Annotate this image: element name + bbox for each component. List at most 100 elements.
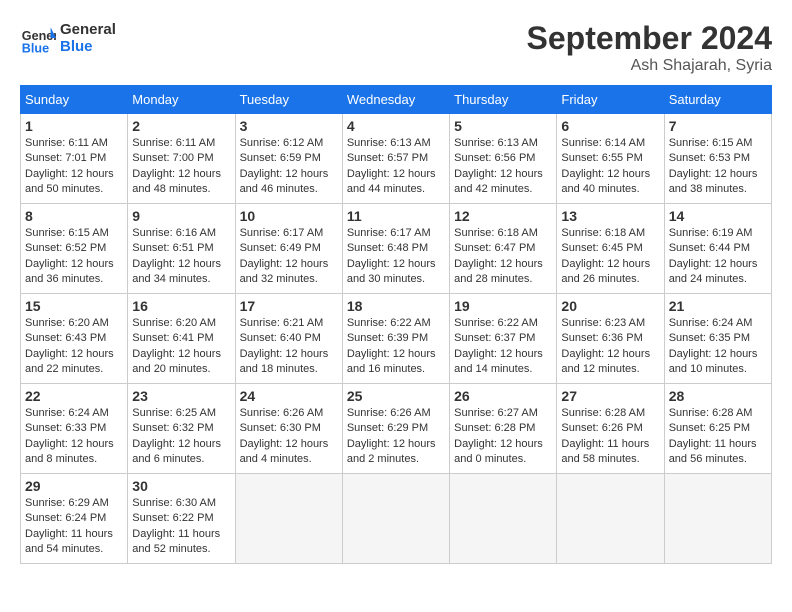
day-info: Sunrise: 6:11 AMSunset: 7:00 PMDaylight:… — [132, 136, 230, 198]
day-number: 27 — [561, 388, 659, 404]
calendar-cell — [664, 474, 771, 564]
day-info: Sunrise: 6:22 AMSunset: 6:39 PMDaylight:… — [347, 316, 445, 378]
calendar-cell: 27 Sunrise: 6:28 AMSunset: 6:26 PMDayligh… — [557, 384, 664, 474]
calendar-table: SundayMondayTuesdayWednesdayThursdayFrid… — [20, 85, 772, 564]
day-info: Sunrise: 6:11 AMSunset: 7:01 PMDaylight:… — [25, 136, 123, 198]
day-info: Sunrise: 6:24 AMSunset: 6:33 PMDaylight:… — [25, 406, 123, 468]
calendar-cell: 30 Sunrise: 6:30 AMSunset: 6:22 PMDayligh… — [128, 474, 235, 564]
day-header-thursday: Thursday — [450, 86, 557, 114]
day-number: 20 — [561, 298, 659, 314]
month-title: September 2024 — [527, 20, 772, 57]
calendar-cell: 9 Sunrise: 6:16 AMSunset: 6:51 PMDaylight… — [128, 204, 235, 294]
calendar-cell: 16Sunrise: 6:20 AMSunset: 6:41 PMDayligh… — [128, 294, 235, 384]
day-info: Sunrise: 6:15 AMSunset: 6:53 PMDaylight:… — [669, 136, 767, 198]
day-info: Sunrise: 6:22 AMSunset: 6:37 PMDaylight:… — [454, 316, 552, 378]
day-info: Sunrise: 6:23 AMSunset: 6:36 PMDaylight:… — [561, 316, 659, 378]
calendar-cell: 8Sunrise: 6:15 AMSunset: 6:52 PMDaylight… — [21, 204, 128, 294]
day-number: 15 — [25, 298, 123, 314]
day-number: 25 — [347, 388, 445, 404]
svg-text:Blue: Blue — [22, 41, 49, 55]
day-info: Sunrise: 6:21 AMSunset: 6:40 PMDaylight:… — [240, 316, 338, 378]
calendar-cell: 21 Sunrise: 6:24 AMSunset: 6:35 PMDayligh… — [664, 294, 771, 384]
day-info: Sunrise: 6:25 AMSunset: 6:32 PMDaylight:… — [132, 406, 230, 468]
calendar-week-4: 22 Sunrise: 6:24 AMSunset: 6:33 PMDayligh… — [21, 384, 772, 474]
day-number: 19 — [454, 298, 552, 314]
calendar-cell: 7 Sunrise: 6:15 AMSunset: 6:53 PMDaylight… — [664, 114, 771, 204]
day-info: Sunrise: 6:14 AMSunset: 6:55 PMDaylight:… — [561, 136, 659, 198]
calendar-cell: 14 Sunrise: 6:19 AMSunset: 6:44 PMDayligh… — [664, 204, 771, 294]
calendar-week-1: 1 Sunrise: 6:11 AMSunset: 7:01 PMDaylight… — [21, 114, 772, 204]
calendar-cell: 15Sunrise: 6:20 AMSunset: 6:43 PMDayligh… — [21, 294, 128, 384]
day-number: 14 — [669, 208, 767, 224]
calendar-cell: 23 Sunrise: 6:25 AMSunset: 6:32 PMDayligh… — [128, 384, 235, 474]
day-number: 7 — [669, 118, 767, 134]
calendar-cell: 20 Sunrise: 6:23 AMSunset: 6:36 PMDayligh… — [557, 294, 664, 384]
day-number: 16 — [132, 298, 230, 314]
day-number: 22 — [25, 388, 123, 404]
day-info: Sunrise: 6:18 AMSunset: 6:45 PMDaylight:… — [561, 226, 659, 288]
calendar-cell: 13 Sunrise: 6:18 AMSunset: 6:45 PMDayligh… — [557, 204, 664, 294]
calendar-cell: 26Sunrise: 6:27 AMSunset: 6:28 PMDayligh… — [450, 384, 557, 474]
calendar-cell — [557, 474, 664, 564]
calendar-cell: 22 Sunrise: 6:24 AMSunset: 6:33 PMDayligh… — [21, 384, 128, 474]
day-number: 17 — [240, 298, 338, 314]
calendar-cell: 10Sunrise: 6:17 AMSunset: 6:49 PMDayligh… — [235, 204, 342, 294]
day-number: 9 — [132, 208, 230, 224]
calendar-cell: 17 Sunrise: 6:21 AMSunset: 6:40 PMDayligh… — [235, 294, 342, 384]
day-info: Sunrise: 6:12 AMSunset: 6:59 PMDaylight:… — [240, 136, 338, 198]
day-info: Sunrise: 6:18 AMSunset: 6:47 PMDaylight:… — [454, 226, 552, 288]
day-number: 26 — [454, 388, 552, 404]
day-header-friday: Friday — [557, 86, 664, 114]
logo: General Blue General Blue — [20, 20, 116, 56]
calendar-cell — [235, 474, 342, 564]
day-number: 5 — [454, 118, 552, 134]
day-info: Sunrise: 6:24 AMSunset: 6:35 PMDaylight:… — [669, 316, 767, 378]
day-header-monday: Monday — [128, 86, 235, 114]
day-info: Sunrise: 6:26 AMSunset: 6:30 PMDaylight:… — [240, 406, 338, 468]
day-info: Sunrise: 6:28 AMSunset: 6:25 PMDaylight:… — [669, 406, 767, 468]
title-block: September 2024 Ash Shajarah, Syria — [527, 20, 772, 75]
calendar-cell: 5 Sunrise: 6:13 AMSunset: 6:56 PMDaylight… — [450, 114, 557, 204]
day-number: 2 — [132, 118, 230, 134]
calendar-header-row: SundayMondayTuesdayWednesdayThursdayFrid… — [21, 86, 772, 114]
calendar-cell: 19 Sunrise: 6:22 AMSunset: 6:37 PMDayligh… — [450, 294, 557, 384]
day-number: 13 — [561, 208, 659, 224]
day-info: Sunrise: 6:26 AMSunset: 6:29 PMDaylight:… — [347, 406, 445, 468]
day-number: 1 — [25, 118, 123, 134]
day-info: Sunrise: 6:13 AMSunset: 6:56 PMDaylight:… — [454, 136, 552, 198]
day-number: 18 — [347, 298, 445, 314]
day-number: 23 — [132, 388, 230, 404]
day-info: Sunrise: 6:15 AMSunset: 6:52 PMDaylight:… — [25, 226, 123, 288]
day-info: Sunrise: 6:13 AMSunset: 6:57 PMDaylight:… — [347, 136, 445, 198]
page-header: General Blue General Blue September 2024… — [20, 20, 772, 75]
day-number: 10 — [240, 208, 338, 224]
day-header-sunday: Sunday — [21, 86, 128, 114]
day-number: 21 — [669, 298, 767, 314]
day-number: 6 — [561, 118, 659, 134]
calendar-cell: 28 Sunrise: 6:28 AMSunset: 6:25 PMDayligh… — [664, 384, 771, 474]
day-info: Sunrise: 6:16 AMSunset: 6:51 PMDaylight:… — [132, 226, 230, 288]
calendar-week-5: 29Sunrise: 6:29 AMSunset: 6:24 PMDayligh… — [21, 474, 772, 564]
logo-blue-text: Blue — [60, 38, 116, 55]
day-info: Sunrise: 6:19 AMSunset: 6:44 PMDaylight:… — [669, 226, 767, 288]
day-header-tuesday: Tuesday — [235, 86, 342, 114]
calendar-week-3: 15Sunrise: 6:20 AMSunset: 6:43 PMDayligh… — [21, 294, 772, 384]
day-info: Sunrise: 6:28 AMSunset: 6:26 PMDaylight:… — [561, 406, 659, 468]
calendar-cell: 29Sunrise: 6:29 AMSunset: 6:24 PMDayligh… — [21, 474, 128, 564]
day-header-wednesday: Wednesday — [342, 86, 449, 114]
calendar-cell: 2 Sunrise: 6:11 AMSunset: 7:00 PMDaylight… — [128, 114, 235, 204]
day-number: 28 — [669, 388, 767, 404]
day-number: 11 — [347, 208, 445, 224]
day-number: 4 — [347, 118, 445, 134]
logo-icon: General Blue — [20, 20, 56, 56]
calendar-cell — [342, 474, 449, 564]
calendar-cell: 4 Sunrise: 6:13 AMSunset: 6:57 PMDaylight… — [342, 114, 449, 204]
calendar-cell: 1 Sunrise: 6:11 AMSunset: 7:01 PMDaylight… — [21, 114, 128, 204]
logo-general-text: General — [60, 21, 116, 38]
calendar-cell: 18 Sunrise: 6:22 AMSunset: 6:39 PMDayligh… — [342, 294, 449, 384]
day-number: 3 — [240, 118, 338, 134]
calendar-cell: 6 Sunrise: 6:14 AMSunset: 6:55 PMDaylight… — [557, 114, 664, 204]
day-number: 30 — [132, 478, 230, 494]
day-info: Sunrise: 6:30 AMSunset: 6:22 PMDaylight:… — [132, 496, 230, 558]
day-number: 12 — [454, 208, 552, 224]
